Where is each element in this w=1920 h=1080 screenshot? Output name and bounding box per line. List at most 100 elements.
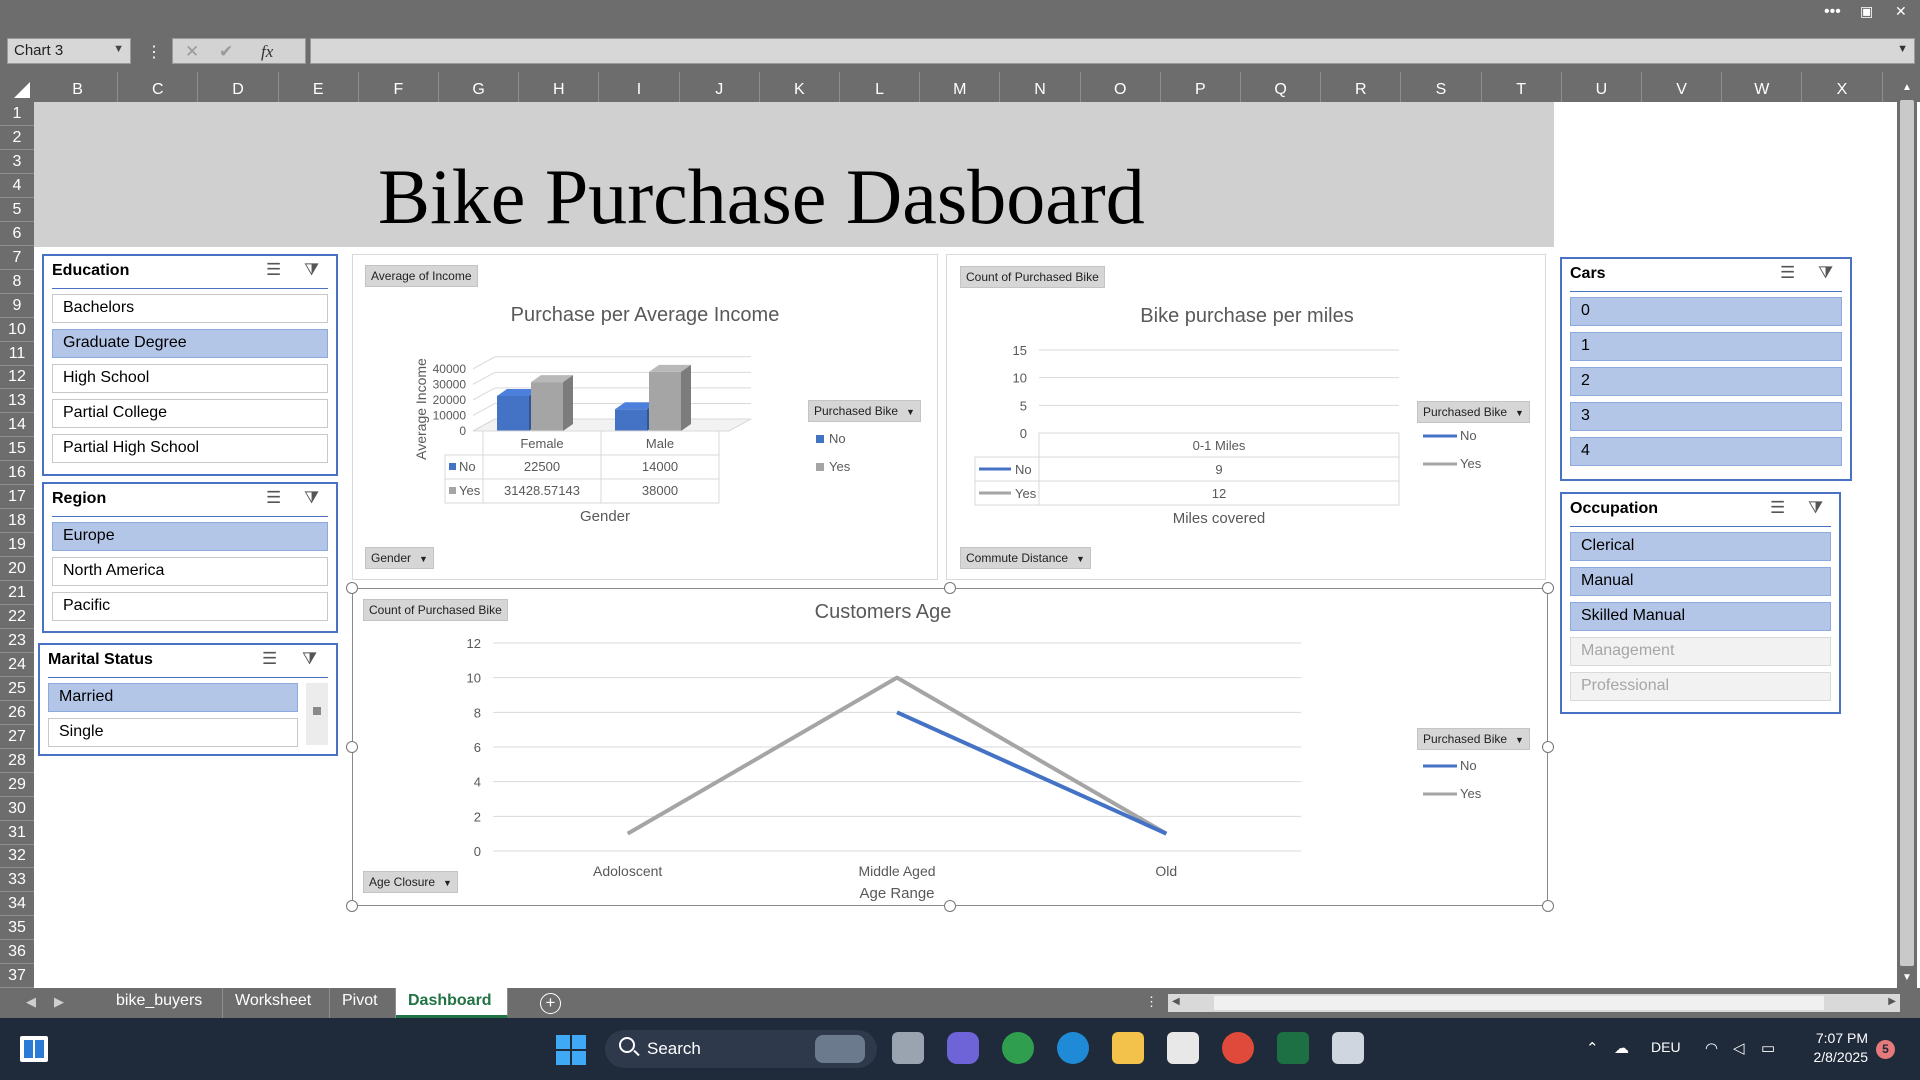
- income-chart[interactable]: Purchase per Average Income Average Incom…: [352, 254, 938, 580]
- slicer-item[interactable]: 2: [1570, 367, 1842, 396]
- snipping-tool-icon[interactable]: [1332, 1032, 1364, 1064]
- education-slicer[interactable]: Education ☰ ⧩ Bachelors Graduate Degree Hi…: [42, 254, 338, 476]
- row-header-7[interactable]: 7: [0, 246, 34, 270]
- prev-sheet-icon[interactable]: ◀: [26, 994, 36, 1010]
- wifi-icon[interactable]: ◠: [1705, 1039, 1718, 1057]
- task-view-icon[interactable]: [892, 1032, 924, 1064]
- column-header-e[interactable]: E: [279, 72, 359, 102]
- column-header-n[interactable]: N: [1000, 72, 1081, 102]
- clear-filter-icon[interactable]: ⧩: [302, 649, 317, 669]
- column-header-c[interactable]: C: [118, 72, 199, 102]
- sheet-tab-dashboard[interactable]: Dashboard: [396, 988, 508, 1018]
- column-header-r[interactable]: R: [1321, 72, 1402, 102]
- row-header-13[interactable]: 13: [0, 389, 34, 414]
- resize-handle[interactable]: [944, 582, 956, 594]
- slicer-item[interactable]: Bachelors: [52, 294, 328, 323]
- slicer-item[interactable]: 0: [1570, 297, 1842, 326]
- legend-field-button[interactable]: Purchased Bike ▼: [1417, 728, 1530, 750]
- row-header-4[interactable]: 4: [0, 174, 34, 198]
- column-header-q[interactable]: Q: [1241, 72, 1322, 102]
- row-header-26[interactable]: 26: [0, 701, 34, 725]
- row-header-17[interactable]: 17: [0, 485, 34, 510]
- file-explorer-icon[interactable]: [1112, 1032, 1144, 1064]
- legend-field-button[interactable]: Purchased Bike ▼: [808, 400, 921, 422]
- row-header-3[interactable]: 3: [0, 150, 34, 174]
- teams-icon[interactable]: [947, 1032, 979, 1064]
- slicer-item[interactable]: 3: [1570, 402, 1842, 431]
- row-header-8[interactable]: 8: [0, 270, 34, 294]
- row-header-35[interactable]: 35: [0, 916, 34, 941]
- scroll-thumb[interactable]: [1900, 100, 1914, 966]
- chevron-down-icon[interactable]: ▼: [113, 43, 124, 55]
- column-header-o[interactable]: O: [1081, 72, 1161, 102]
- row-header-19[interactable]: 19: [0, 533, 34, 558]
- miles-chart[interactable]: Bike purchase per miles 0 5 10 15 0-1 Miles No…: [946, 254, 1546, 580]
- resize-handle[interactable]: [944, 900, 956, 912]
- row-header-21[interactable]: 21: [0, 581, 34, 605]
- age-chart[interactable]: Customers Age 0 2 4 6 8 10 12 Adoloscent Middle A…: [352, 588, 1548, 906]
- axis-field-button[interactable]: Commute Distance ▼: [960, 547, 1091, 569]
- name-box[interactable]: Chart 3 ▼: [7, 38, 131, 64]
- scroll-right-icon[interactable]: ▶: [1888, 996, 1896, 1007]
- row-header-22[interactable]: 22: [0, 605, 34, 629]
- row-header-33[interactable]: 33: [0, 868, 34, 893]
- slicer-item[interactable]: 1: [1570, 332, 1842, 361]
- row-header-5[interactable]: 5: [0, 198, 34, 222]
- close-button[interactable]: ✕: [1895, 3, 1907, 20]
- column-header-v[interactable]: V: [1642, 72, 1723, 102]
- vertical-scrollbar[interactable]: ▲ ▼: [1897, 80, 1917, 988]
- column-header-d[interactable]: D: [198, 72, 279, 102]
- axis-field-button[interactable]: Age Closure ▼: [363, 871, 458, 893]
- battery-icon[interactable]: ▭: [1761, 1039, 1775, 1057]
- value-field-button[interactable]: Count of Purchased Bike: [960, 266, 1105, 288]
- row-header-34[interactable]: 34: [0, 892, 34, 917]
- restore-icon[interactable]: ▣: [1860, 3, 1873, 20]
- sheet-tab-pivot[interactable]: Pivot: [330, 988, 396, 1018]
- resize-handle[interactable]: [346, 900, 358, 912]
- chevron-down-icon[interactable]: ▼: [906, 407, 915, 417]
- chevron-down-icon[interactable]: ▼: [1515, 735, 1524, 745]
- chevron-down-icon[interactable]: ▼: [1076, 554, 1085, 564]
- slicer-item[interactable]: 4: [1570, 437, 1842, 466]
- sheet-tab-bike-buyers[interactable]: bike_buyers: [104, 988, 223, 1018]
- column-header-m[interactable]: M: [920, 72, 1001, 102]
- slicer-scrollbar[interactable]: [306, 683, 328, 745]
- row-header-15[interactable]: 15: [0, 437, 34, 462]
- scroll-thumb[interactable]: [1214, 996, 1824, 1010]
- multi-select-icon[interactable]: ☰: [266, 260, 281, 280]
- language-indicator[interactable]: DEU: [1651, 1039, 1681, 1055]
- multi-select-icon[interactable]: ☰: [262, 649, 277, 669]
- chevron-down-icon[interactable]: ▼: [1515, 408, 1524, 418]
- multi-select-icon[interactable]: ☰: [1780, 263, 1795, 283]
- resize-handle[interactable]: [1542, 900, 1554, 912]
- slicer-item[interactable]: Management: [1570, 637, 1831, 666]
- row-header-31[interactable]: 31: [0, 821, 34, 845]
- row-header-9[interactable]: 9: [0, 294, 34, 318]
- column-header-t[interactable]: T: [1482, 72, 1562, 102]
- scroll-up-icon[interactable]: ▲: [1900, 82, 1914, 96]
- row-header-32[interactable]: 32: [0, 844, 34, 869]
- horizontal-scrollbar[interactable]: ◀ ▶: [1168, 994, 1900, 1012]
- slicer-item[interactable]: Single: [48, 718, 298, 747]
- slicer-item[interactable]: Married: [48, 683, 298, 712]
- chrome-profile-icon[interactable]: [1002, 1032, 1034, 1064]
- scroll-down-icon[interactable]: ▼: [1900, 972, 1914, 986]
- enter-icon[interactable]: ✔: [219, 42, 233, 62]
- row-header-16[interactable]: 16: [0, 461, 34, 486]
- row-header-12[interactable]: 12: [0, 365, 34, 390]
- start-icon[interactable]: [556, 1035, 586, 1065]
- chevron-down-icon[interactable]: ▼: [419, 554, 428, 564]
- clear-filter-icon[interactable]: ⧩: [304, 260, 319, 280]
- column-header-p[interactable]: P: [1161, 72, 1241, 102]
- clock[interactable]: 7:07 PM 2/8/2025: [1808, 1029, 1869, 1067]
- search-input[interactable]: Search: [605, 1030, 877, 1068]
- chrome-icon[interactable]: [1222, 1032, 1254, 1064]
- widgets-icon[interactable]: [20, 1036, 48, 1062]
- column-header-s[interactable]: S: [1401, 72, 1482, 102]
- insert-function-icon[interactable]: fx: [261, 42, 273, 62]
- slicer-item[interactable]: Partial College: [52, 399, 328, 428]
- region-slicer[interactable]: Region ☰ ⧩ Europe North America Pacific: [42, 482, 338, 633]
- row-header-2[interactable]: 2: [0, 126, 34, 150]
- column-header-x[interactable]: X: [1802, 72, 1883, 102]
- multi-select-icon[interactable]: ☰: [1770, 498, 1785, 518]
